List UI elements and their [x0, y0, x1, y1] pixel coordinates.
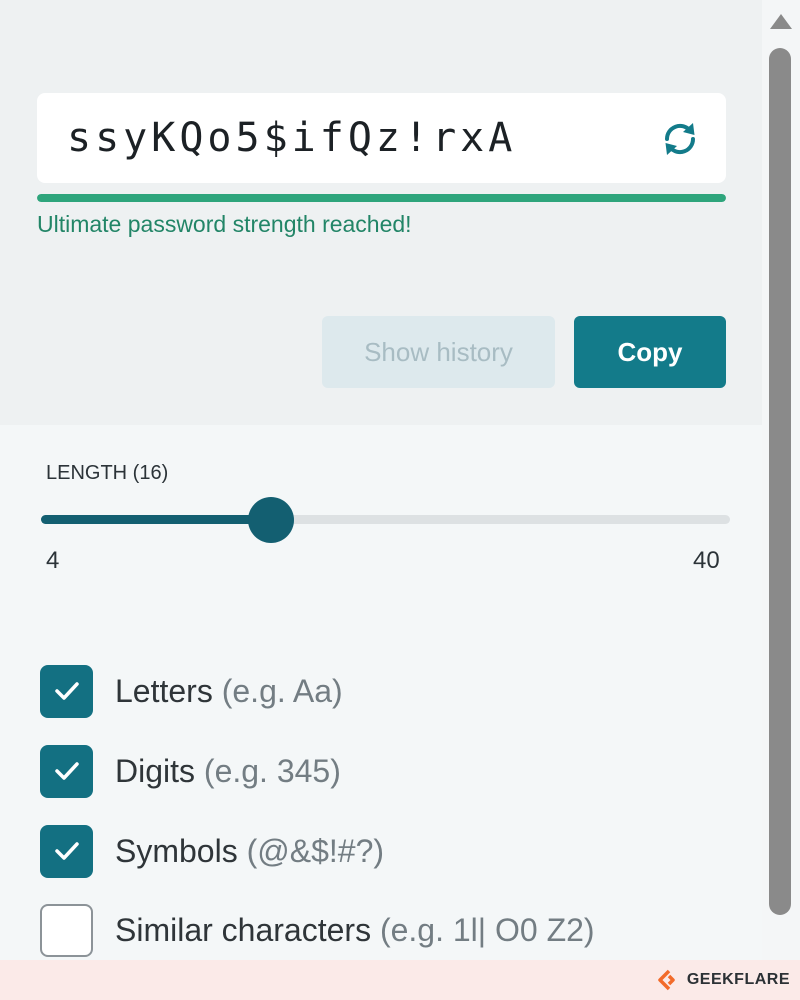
checkmark-icon: [54, 682, 79, 700]
option-label: Digits: [115, 752, 196, 789]
length-slider[interactable]: [41, 496, 730, 543]
symbols-checkbox[interactable]: [40, 824, 93, 878]
similar-characters-checkbox[interactable]: [40, 903, 93, 957]
digits-checkbox[interactable]: [40, 744, 93, 798]
option-digits[interactable]: Digits (e.g. 345): [40, 744, 341, 798]
length-slider-fill: [41, 515, 271, 524]
option-symbols[interactable]: Symbols (@&$!#?): [40, 824, 384, 878]
option-letters[interactable]: Letters (e.g. Aa): [40, 664, 343, 718]
option-label: Letters: [115, 672, 213, 709]
checkmark-icon: [54, 842, 79, 860]
password-display[interactable]: ssyKQo5$ifQz!rxA: [37, 93, 726, 183]
scroll-up-arrow-icon[interactable]: [770, 14, 792, 29]
password-panel: ssyKQo5$ifQz!rxA Ultimate password stren…: [0, 0, 762, 425]
length-max-label: 40: [693, 547, 720, 574]
option-hint: (e.g. 1l| O0 Z2): [379, 911, 595, 948]
option-hint: (e.g. 345): [203, 752, 341, 789]
checkmark-icon: [54, 762, 79, 780]
letters-checkbox[interactable]: [40, 664, 93, 718]
strength-bar-fill: [37, 194, 726, 202]
option-label: Similar characters: [115, 911, 372, 948]
geekflare-logo-icon: [658, 969, 675, 991]
strength-bar: [37, 194, 726, 202]
option-hint: (e.g. Aa): [221, 672, 343, 709]
scrollbar[interactable]: [762, 0, 800, 960]
option-hint: (@&$!#?): [246, 832, 385, 869]
password-text[interactable]: ssyKQo5$ifQz!rxA: [67, 113, 516, 163]
scrollbar-thumb[interactable]: [769, 48, 791, 915]
brand-name: GEEKFLARE: [686, 971, 790, 988]
option-label: Symbols: [115, 832, 238, 869]
brand[interactable]: GEEKFLARE: [657, 969, 790, 991]
length-slider-thumb[interactable]: [247, 496, 294, 543]
strength-message: Ultimate password strength reached!: [37, 211, 412, 237]
option-similar-characters[interactable]: Similar characters (e.g. 1l| O0 Z2): [40, 903, 595, 957]
footer: GEEKFLARE: [0, 960, 800, 1000]
length-label: LENGTH (16): [46, 462, 169, 484]
length-min-label: 4: [46, 547, 60, 574]
show-history-button[interactable]: Show history: [322, 316, 555, 388]
refresh-icon[interactable]: [658, 117, 702, 161]
copy-button[interactable]: Copy: [574, 316, 726, 388]
